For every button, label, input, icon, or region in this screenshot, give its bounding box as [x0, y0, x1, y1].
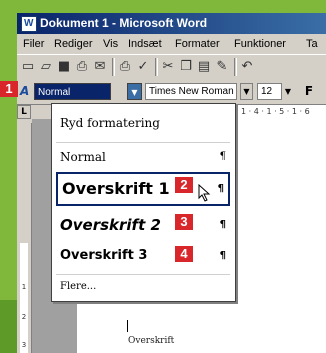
- word-app-icon: W: [21, 16, 37, 32]
- paragraph-mark-icon: ¶: [219, 151, 226, 162]
- dropdown-item-more[interactable]: Flere...: [56, 276, 230, 298]
- paste-icon[interactable]: ▤: [196, 59, 212, 75]
- menu-filer[interactable]: Filer: [23, 34, 44, 54]
- dropdown-item-heading-2[interactable]: Overskrift 2 ¶: [56, 210, 230, 240]
- toolbar-separator: [112, 58, 115, 76]
- item-label: Normal: [60, 150, 106, 164]
- vertical-ruler-white: [20, 243, 28, 353]
- ruler-tick: 2: [21, 313, 27, 321]
- badge-2: 2: [175, 177, 193, 193]
- font-select[interactable]: Times New Roman: [145, 83, 237, 100]
- print-icon[interactable]: ⎙: [74, 59, 90, 75]
- document-text[interactable]: Overskrift: [128, 336, 174, 346]
- item-label: Overskrift 1: [62, 179, 170, 198]
- mouse-pointer-icon: [198, 184, 211, 202]
- styles-pane-icon[interactable]: A: [20, 85, 32, 98]
- style-dropdown-list: Ryd formatering Normal ¶ Overskrift 1 ¶ …: [51, 103, 236, 302]
- menu-funktioner[interactable]: Funktioner: [234, 34, 286, 54]
- dropdown-item-heading-3[interactable]: Overskrift 3 ¶: [56, 242, 230, 270]
- window-title: Dokument 1 - Microsoft Word: [40, 16, 208, 30]
- ruler-tick: 1: [21, 283, 27, 291]
- tab-selector[interactable]: L: [17, 105, 31, 119]
- paragraph-mark-icon: ¶: [219, 250, 226, 261]
- font-size-dropdown-button[interactable]: ▼: [281, 83, 294, 100]
- print-preview-icon[interactable]: ⎙: [117, 59, 133, 75]
- item-label: Flere...: [60, 281, 97, 292]
- dropdown-separator: [56, 142, 230, 143]
- cut-icon[interactable]: ✂: [160, 59, 176, 75]
- save-icon[interactable]: ■: [56, 59, 72, 75]
- title-bar: W Dokument 1 - Microsoft Word: [17, 13, 326, 34]
- menu-rediger[interactable]: Rediger: [54, 34, 93, 54]
- open-folder-icon[interactable]: ▱: [38, 59, 54, 75]
- menu-tabel[interactable]: Ta: [306, 34, 318, 54]
- badge-4: 4: [175, 246, 193, 262]
- badge-3: 3: [175, 214, 193, 230]
- paragraph-mark-icon: ¶: [217, 183, 224, 194]
- badge-1: 1: [0, 81, 18, 97]
- horizontal-ruler[interactable]: 1 · 4 · 1 · 5 · 1 · 6: [237, 105, 326, 119]
- toolbar-separator: [234, 58, 237, 76]
- font-dropdown-button[interactable]: ▼: [240, 83, 253, 100]
- item-label: Overskrift 2: [60, 216, 161, 234]
- menu-formater[interactable]: Formater: [175, 34, 220, 54]
- email-icon[interactable]: ✉: [92, 59, 108, 75]
- text-cursor: [127, 320, 128, 332]
- menu-bar: Filer Rediger Vis Indsæt Formater Funkti…: [17, 34, 326, 54]
- toolbar-separator: [155, 58, 158, 76]
- dropdown-item-normal[interactable]: Normal ¶: [56, 144, 230, 170]
- spell-check-icon[interactable]: ✓: [135, 59, 151, 75]
- vertical-ruler[interactable]: 1 2 3: [17, 123, 32, 353]
- menu-indsaet[interactable]: Indsæt: [128, 34, 162, 54]
- standard-toolbar: ▭ ▱ ■ ⎙ ✉ ⎙ ✓ ✂ ❐ ▤ ✎ ↶: [17, 54, 326, 81]
- style-dropdown-button[interactable]: ▼: [127, 83, 142, 100]
- menu-vis[interactable]: Vis: [103, 34, 118, 54]
- dropdown-item-clear-formatting[interactable]: Ryd formatering: [56, 110, 230, 136]
- copy-icon[interactable]: ❐: [178, 59, 194, 75]
- style-select[interactable]: Normal: [34, 83, 111, 100]
- formatting-toolbar: A Normal ▼ Times New Roman ▼ 12 ▼ F: [17, 80, 326, 105]
- paragraph-mark-icon: ¶: [219, 219, 226, 230]
- undo-icon[interactable]: ↶: [239, 59, 255, 75]
- ruler-tick: 3: [21, 341, 27, 349]
- bold-button[interactable]: F: [301, 83, 317, 100]
- dropdown-separator: [56, 274, 230, 275]
- new-document-icon[interactable]: ▭: [20, 59, 36, 75]
- format-painter-icon[interactable]: ✎: [214, 59, 230, 75]
- item-label: Ryd formatering: [60, 116, 160, 130]
- item-label: Overskrift 3: [60, 248, 148, 263]
